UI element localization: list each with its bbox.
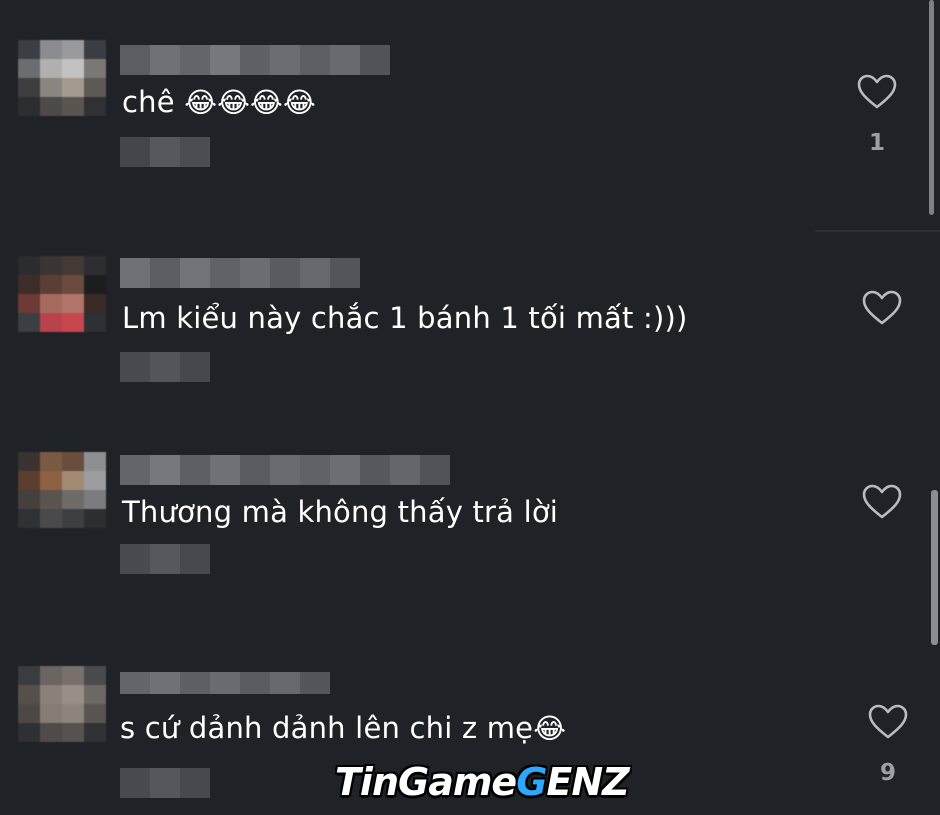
watermark-text: TinGame: [335, 760, 517, 804]
like-count: 1: [868, 130, 885, 156]
comment-meta-blurred: [120, 768, 210, 798]
comment-body: Lm kiểu này chắc 1 bánh 1 tối mất :))): [122, 301, 688, 335]
comment-meta-blurred: [120, 352, 210, 382]
scrollbar-thumb[interactable]: [929, 0, 934, 215]
username-blurred[interactable]: [120, 258, 360, 288]
divider: [815, 230, 940, 232]
comment-body: Thương mà không thấy trả lời: [122, 495, 559, 529]
comment-meta-blurred: [120, 544, 210, 574]
heart-icon[interactable]: [862, 290, 902, 326]
comment-text: chê 😂😂😂😂: [122, 82, 316, 123]
laughing-emoji: 😂: [533, 712, 567, 745]
comment-text: s cứ dảnh dảnh lên chi z mẹ😂: [120, 708, 566, 749]
watermark-text: ENZ: [546, 760, 629, 804]
avatar[interactable]: [18, 40, 106, 116]
heart-icon[interactable]: [862, 484, 902, 520]
comment-body: s cứ dảnh dảnh lên chi z mẹ: [120, 711, 534, 745]
comment-meta-blurred: [120, 137, 210, 167]
comment-text: Lm kiểu này chắc 1 bánh 1 tối mất :))): [122, 298, 688, 338]
username-blurred[interactable]: [120, 455, 450, 485]
laughing-emoji: 😂😂😂😂: [184, 86, 316, 119]
watermark-text: G: [516, 760, 547, 804]
heart-icon[interactable]: [868, 704, 908, 740]
watermark-logo: TinGameGENZ: [335, 760, 630, 804]
avatar[interactable]: [18, 452, 106, 528]
scrollbar-thumb[interactable]: [931, 490, 938, 645]
avatar[interactable]: [18, 256, 106, 332]
comment-body: chê: [122, 85, 175, 119]
heart-icon[interactable]: [857, 74, 897, 110]
username-blurred[interactable]: [120, 45, 390, 75]
like-count: 9: [879, 760, 896, 786]
comment-text: Thương mà không thấy trả lời: [122, 492, 558, 532]
username-blurred[interactable]: [120, 672, 330, 694]
avatar[interactable]: [18, 666, 106, 742]
